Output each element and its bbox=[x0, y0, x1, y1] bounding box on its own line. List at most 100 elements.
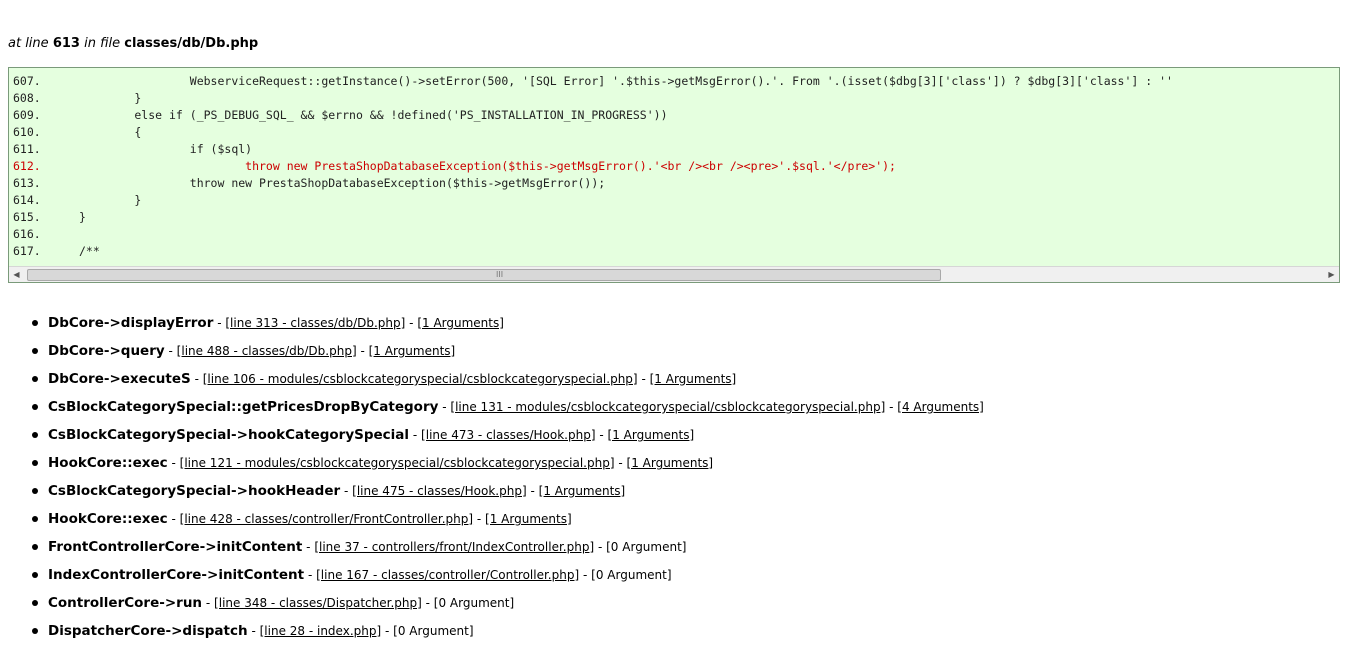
code-line: 614. } bbox=[13, 192, 1173, 209]
trace-separator: - bbox=[360, 344, 365, 358]
bullet-icon bbox=[32, 404, 38, 410]
stack-trace-item: ControllerCore->run - [line 348 - classe… bbox=[30, 594, 984, 622]
trace-separator: - bbox=[217, 316, 222, 330]
trace-separator: - bbox=[171, 512, 176, 526]
trace-separator: - bbox=[582, 568, 588, 582]
scroll-left-arrow-icon[interactable]: ◀ bbox=[9, 267, 24, 282]
bullet-icon bbox=[32, 348, 38, 354]
scrollbar-grip: III bbox=[496, 270, 504, 279]
trace-function-name: CsBlockCategorySpecial::getPricesDropByC… bbox=[48, 399, 439, 415]
trace-function-name: HookCore::exec bbox=[48, 455, 168, 471]
trace-location-link[interactable]: [line 28 - index.php] bbox=[260, 624, 382, 638]
stack-trace-item: HookCore::exec - [line 121 - modules/csb… bbox=[30, 454, 984, 482]
trace-function-name: DbCore->displayError bbox=[48, 315, 214, 331]
scrollbar-thumb[interactable]: III bbox=[27, 269, 941, 281]
bullet-icon bbox=[32, 628, 38, 634]
error-location-heading: at line 613 in file classes/db/Db.php bbox=[8, 36, 258, 51]
trace-separator: - bbox=[476, 512, 482, 526]
stack-trace-item: IndexControllerCore->initContent - [line… bbox=[30, 566, 984, 594]
trace-function-name: DispatcherCore->dispatch bbox=[48, 623, 248, 639]
code-line: 617. /** bbox=[13, 243, 1173, 260]
code-line-number: 616. bbox=[13, 227, 41, 241]
bullet-icon bbox=[32, 600, 38, 606]
trace-location-link[interactable]: [line 131 - modules/csblockcategoryspeci… bbox=[450, 400, 885, 414]
trace-arguments-link[interactable]: [1 Arguments] bbox=[485, 512, 572, 526]
code-line-number: 614. bbox=[13, 193, 41, 207]
code-line-number: 612. bbox=[13, 159, 41, 173]
code-line-number: 610. bbox=[13, 125, 41, 139]
trace-arguments-text: [0 Argument] bbox=[393, 624, 474, 638]
code-line: 610. { bbox=[13, 124, 1173, 141]
code-line-highlighted: 612. throw new PrestaShopDatabaseExcepti… bbox=[13, 158, 1173, 175]
heading-mid: in file bbox=[84, 36, 121, 51]
trace-separator: - bbox=[641, 372, 646, 386]
code-line-text: WebserviceRequest::getInstance()->setErr… bbox=[79, 74, 1173, 88]
trace-function-name: CsBlockCategorySpecial->hookCategorySpec… bbox=[48, 427, 410, 443]
trace-arguments-link[interactable]: [1 Arguments] bbox=[650, 372, 737, 386]
trace-arguments-link[interactable]: [1 Arguments] bbox=[539, 484, 626, 498]
trace-arguments-link[interactable]: [1 Arguments] bbox=[417, 316, 504, 330]
code-lines: 607. WebserviceRequest::getInstance()->s… bbox=[13, 73, 1173, 260]
trace-function-name: ControllerCore->run bbox=[48, 595, 203, 611]
trace-location-link[interactable]: [line 488 - classes/db/Db.php] bbox=[177, 344, 357, 358]
code-line: 607. WebserviceRequest::getInstance()->s… bbox=[13, 73, 1173, 90]
code-line: 608. } bbox=[13, 90, 1173, 107]
bullet-icon bbox=[32, 572, 38, 578]
trace-separator: - bbox=[306, 540, 311, 554]
code-line-number: 607. bbox=[13, 74, 41, 88]
trace-separator: - bbox=[425, 596, 430, 610]
trace-separator: - bbox=[599, 428, 604, 442]
trace-separator: - bbox=[343, 484, 349, 498]
trace-separator: - bbox=[251, 624, 256, 638]
code-line-number: 611. bbox=[13, 142, 41, 156]
code-line-text: else if (_PS_DEBUG_SQL_ && $errno && !de… bbox=[79, 108, 668, 122]
bullet-icon bbox=[32, 488, 38, 494]
code-line: 616. bbox=[13, 226, 1173, 243]
bullet-icon bbox=[32, 544, 38, 550]
bullet-icon bbox=[32, 460, 38, 466]
trace-location-link[interactable]: [line 37 - controllers/front/IndexContro… bbox=[314, 540, 594, 554]
trace-location-link[interactable]: [line 473 - classes/Hook.php] bbox=[421, 428, 595, 442]
trace-separator: - bbox=[889, 400, 894, 414]
trace-arguments-text: [0 Argument] bbox=[606, 540, 687, 554]
code-line: 613. throw new PrestaShopDatabaseExcepti… bbox=[13, 175, 1173, 192]
code-line: 609. else if (_PS_DEBUG_SQL_ && $errno &… bbox=[13, 107, 1173, 124]
code-line: 611. if ($sql) bbox=[13, 141, 1173, 158]
bullet-icon bbox=[32, 320, 38, 326]
trace-function-name: DbCore->executeS bbox=[48, 371, 191, 387]
trace-location-link[interactable]: [line 428 - classes/controller/FrontCont… bbox=[180, 512, 473, 526]
trace-function-name: HookCore::exec bbox=[48, 511, 168, 527]
trace-separator: - bbox=[168, 344, 173, 358]
code-line-number: 608. bbox=[13, 91, 41, 105]
trace-separator: - bbox=[194, 372, 199, 386]
trace-separator: - bbox=[618, 456, 623, 470]
stack-trace-item: CsBlockCategorySpecial::getPricesDropByC… bbox=[30, 398, 984, 426]
trace-location-link[interactable]: [line 121 - modules/csblockcategoryspeci… bbox=[180, 456, 615, 470]
trace-arguments-link[interactable]: [1 Arguments] bbox=[369, 344, 456, 358]
stack-trace-item: FrontControllerCore->initContent - [line… bbox=[30, 538, 984, 566]
code-line-text: } bbox=[79, 193, 142, 207]
trace-separator: - bbox=[384, 624, 390, 638]
heading-file-path: classes/db/Db.php bbox=[124, 36, 259, 51]
code-line-text: if ($sql) bbox=[79, 142, 253, 156]
scroll-right-arrow-icon[interactable]: ▶ bbox=[1324, 267, 1339, 282]
trace-separator: - bbox=[171, 456, 176, 470]
code-line-text: throw new PrestaShopDatabaseException($t… bbox=[79, 159, 896, 173]
trace-separator: - bbox=[442, 400, 447, 414]
horizontal-scrollbar[interactable]: ◀ III ▶ bbox=[9, 266, 1339, 282]
code-line-number: 613. bbox=[13, 176, 41, 190]
trace-location-link[interactable]: [line 106 - modules/csblockcategoryspeci… bbox=[203, 372, 638, 386]
trace-arguments-link[interactable]: [4 Arguments] bbox=[897, 400, 984, 414]
trace-location-link[interactable]: [line 167 - classes/controller/Controlle… bbox=[316, 568, 579, 582]
stack-trace-item: DbCore->displayError - [line 313 - class… bbox=[30, 314, 984, 342]
trace-location-link[interactable]: [line 348 - classes/Dispatcher.php] bbox=[214, 596, 422, 610]
heading-prefix: at line bbox=[8, 36, 49, 51]
trace-location-link[interactable]: [line 475 - classes/Hook.php] bbox=[352, 484, 526, 498]
stack-trace-item: DbCore->executeS - [line 106 - modules/c… bbox=[30, 370, 984, 398]
trace-separator: - bbox=[307, 568, 313, 582]
trace-arguments-text: [0 Argument] bbox=[433, 596, 515, 610]
trace-arguments-link[interactable]: [1 Arguments] bbox=[608, 428, 695, 442]
trace-arguments-link[interactable]: [1 Arguments] bbox=[627, 456, 714, 470]
trace-location-link[interactable]: [line 313 - classes/db/Db.php] bbox=[225, 316, 405, 330]
code-line-number: 615. bbox=[13, 210, 41, 224]
